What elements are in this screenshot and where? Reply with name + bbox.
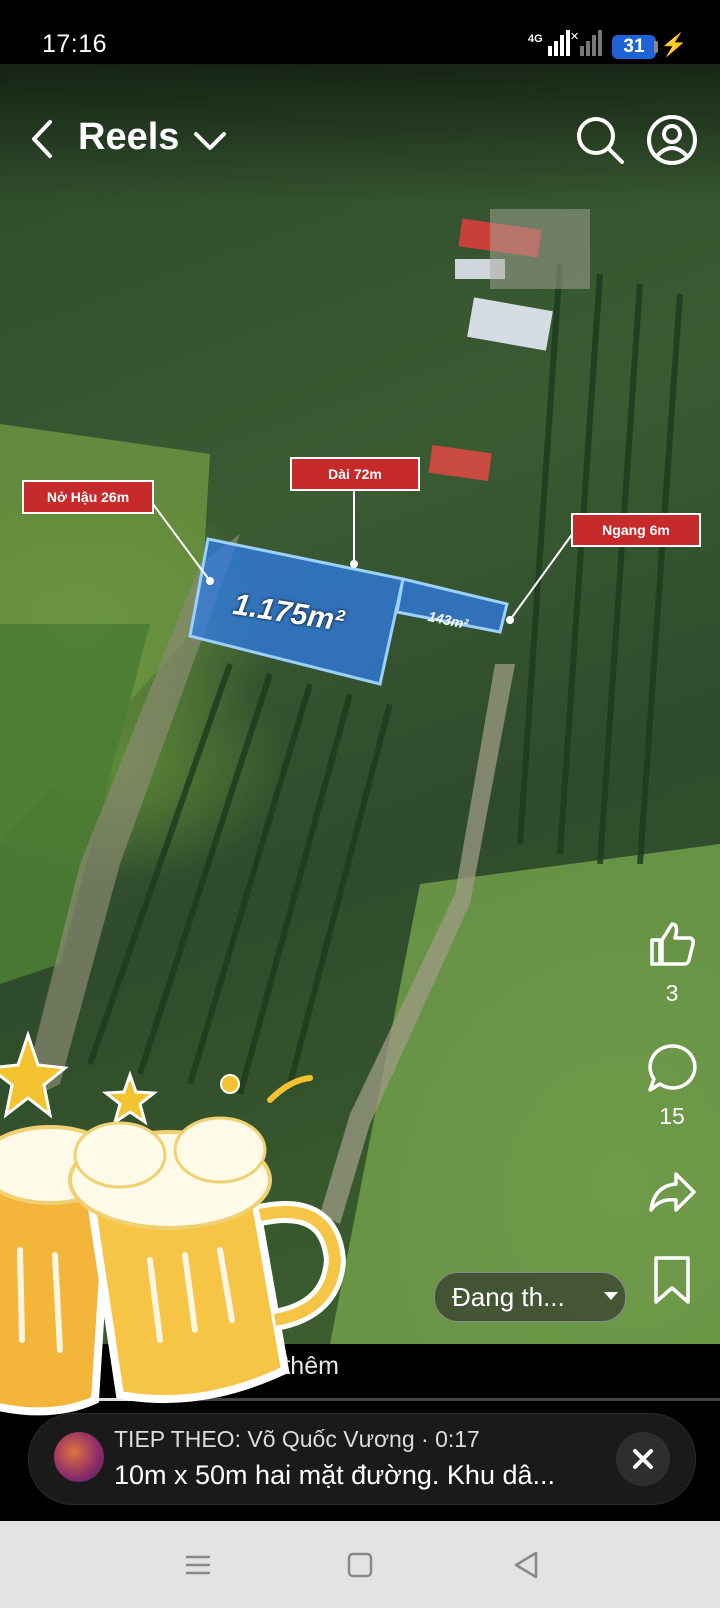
profile-icon[interactable] [646,114,698,166]
beer-cheers-sticker [0,1030,347,1416]
search-icon[interactable] [574,114,626,166]
thumbs-up-icon[interactable] [646,918,698,970]
home-icon[interactable] [340,1545,380,1585]
avatar [54,1432,104,1482]
chevron-left-icon[interactable] [22,114,66,164]
menu-icon[interactable] [178,1545,218,1585]
close-icon[interactable] [616,1432,670,1486]
label-length: Dài 72m [290,457,420,491]
like-count: 3 [665,980,679,1006]
bookmark-icon[interactable] [646,1254,698,1306]
label-back-width: Nở Hậu 26m [22,480,154,514]
comment-icon[interactable] [646,1042,698,1094]
share-icon[interactable] [646,1166,698,1218]
svg-text:✕: ✕ [570,30,579,43]
caret-down-icon [604,1292,618,1300]
back-nav-icon[interactable] [506,1545,546,1585]
signal-4g-icon: 4G [528,30,570,56]
translate-label: Đang th... [452,1282,565,1312]
chevron-down-icon[interactable] [190,122,230,158]
next-up-heading: TIEP THEO: Võ Quốc Vương · 0:17 [114,1426,480,1452]
label-front-width: Ngang 6m [571,513,701,547]
charging-icon: ⚡ [660,32,688,57]
battery-tip [654,41,658,53]
signal-no-service-icon: ✕ [570,30,602,56]
comment-count: 15 [659,1103,685,1129]
network-type: 4G [528,33,543,45]
status-time: 17:16 [42,30,108,58]
page-title[interactable]: Reels [78,116,179,159]
battery-icon: 31 [612,35,656,59]
next-up-subtitle: 10m x 50m hai mặt đường. Khu dâ... [114,1460,556,1490]
